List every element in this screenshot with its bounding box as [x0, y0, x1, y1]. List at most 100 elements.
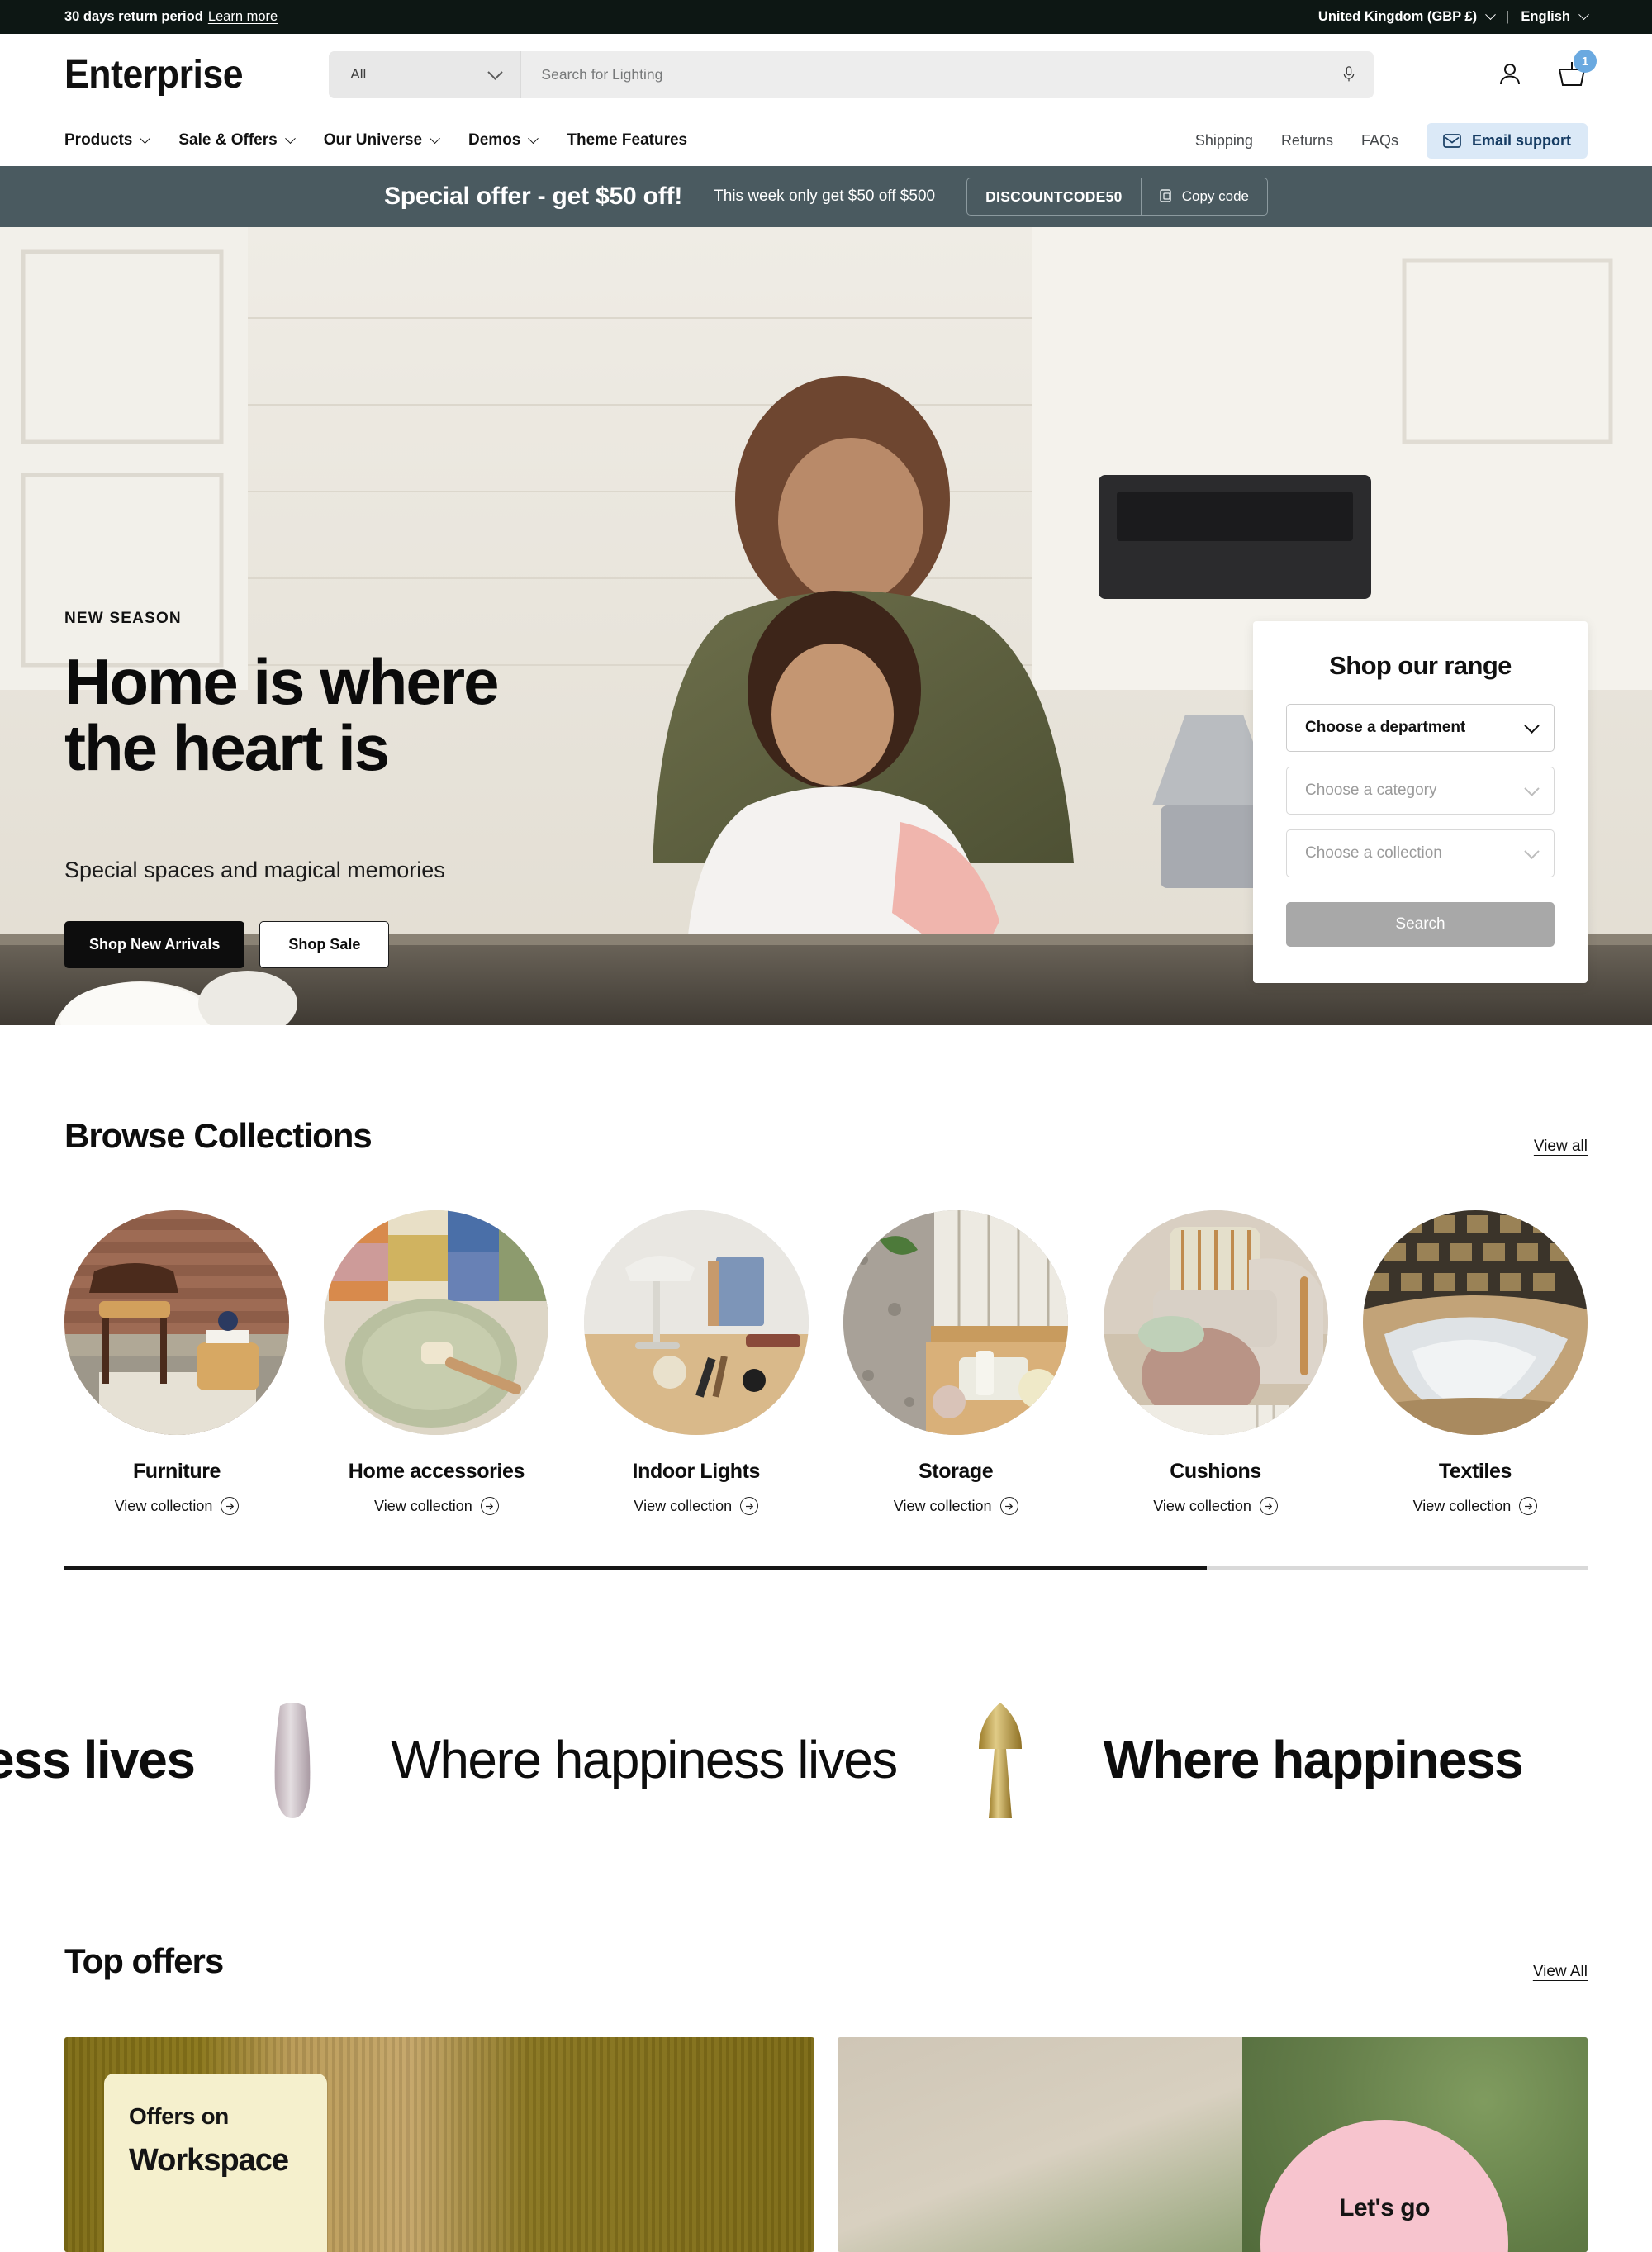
collection-select[interactable]: Choose a collection	[1286, 829, 1555, 877]
microphone-icon	[1344, 66, 1355, 82]
promo-banner: Special offer - get $50 off! This week o…	[0, 166, 1652, 227]
collection-image	[843, 1210, 1069, 1435]
arrow-right-icon	[999, 1497, 1018, 1515]
collection-name: Storage	[919, 1460, 994, 1483]
search-input[interactable]	[541, 65, 1323, 83]
search-bar: All	[329, 50, 1374, 98]
collection-link-label: View collection	[893, 1497, 992, 1514]
account-button[interactable]	[1495, 59, 1525, 89]
nav-link-shipping[interactable]: Shipping	[1195, 132, 1253, 150]
learn-more-link[interactable]: Learn more	[208, 9, 278, 25]
collection-view-link[interactable]: View collection	[584, 1497, 809, 1515]
primary-nav: Products Sale & Offers Our Universe Demo…	[64, 131, 687, 150]
shop-range-title: Shop our range	[1329, 651, 1512, 680]
language-selector[interactable]: English	[1521, 9, 1589, 25]
copy-code-button[interactable]: Copy code	[1140, 178, 1267, 215]
top-offers-section: Top offers View All Offers on Workspace …	[0, 1941, 1652, 2252]
textiles-photo	[1362, 1210, 1588, 1435]
hero-eyebrow: NEW SEASON	[64, 610, 182, 627]
collection-name: Home accessories	[348, 1460, 525, 1483]
collection-image	[324, 1210, 549, 1435]
nav-item-demos[interactable]: Demos	[468, 131, 539, 150]
homepage: 30 days return period Learn more United …	[0, 0, 1652, 2252]
nav-link-faqs[interactable]: FAQs	[1361, 132, 1398, 150]
language-label: English	[1521, 9, 1570, 24]
collections-title: Browse Collections	[64, 1116, 373, 1155]
secondary-nav: Shipping Returns FAQs Email support	[1195, 122, 1588, 159]
email-support-button[interactable]: Email support	[1426, 122, 1588, 159]
offer-card-workspace[interactable]: Offers on Workspace	[64, 2037, 814, 2252]
marquee-fragment: ess lives	[0, 1730, 196, 1789]
nav-label: Sale & Offers	[178, 131, 278, 149]
collection-view-link[interactable]: View collection	[1104, 1497, 1328, 1515]
return-policy-notice: 30 days return period Learn more	[64, 9, 278, 25]
arrow-right-icon	[1519, 1497, 1538, 1515]
lamp-image	[978, 1703, 1022, 1818]
collection-card-textiles[interactable]: Textiles View collection	[1362, 1210, 1588, 1515]
cart-count-badge: 1	[1574, 50, 1597, 73]
collections-scrollbar[interactable]	[64, 1566, 1588, 1570]
collection-card-indoor-lights[interactable]: Indoor Lights View collection	[583, 1210, 809, 1515]
collection-view-link[interactable]: View collection	[64, 1497, 289, 1515]
home-accessories-photo	[324, 1210, 549, 1435]
marquee-phrase-light: Where happiness lives	[391, 1730, 898, 1789]
collection-link-label: View collection	[1412, 1497, 1512, 1514]
offer-card-outdoor[interactable]: Let's go	[838, 2037, 1588, 2252]
collection-name: Cushions	[1170, 1460, 1261, 1483]
nav-label: Theme Features	[567, 131, 688, 149]
cart-button[interactable]: 1	[1556, 50, 1597, 89]
site-header: Enterprise All Search for Lighting 1 Pro…	[0, 34, 1652, 166]
hero-heading-line-2: the heart is	[64, 711, 390, 785]
category-select-value: Choose a category	[1305, 782, 1437, 799]
arrow-right-icon	[480, 1497, 499, 1515]
envelope-icon	[1443, 133, 1461, 148]
collection-image	[583, 1210, 809, 1435]
collection-card-furniture[interactable]: Furniture View collection	[64, 1210, 289, 1515]
department-select[interactable]: Choose a department	[1286, 704, 1555, 752]
nav-item-theme-features[interactable]: Theme Features	[567, 131, 687, 150]
collection-card-storage[interactable]: Storage View collection	[843, 1210, 1069, 1515]
nav-item-sale-offers[interactable]: Sale & Offers	[178, 131, 296, 150]
nav-item-products[interactable]: Products	[64, 131, 151, 150]
offer-cta-bubble[interactable]: Let's go	[1260, 2120, 1508, 2252]
collections-view-all-link[interactable]: View all	[1534, 1138, 1588, 1156]
chevron-down-icon	[1524, 780, 1540, 796]
nav-link-returns[interactable]: Returns	[1281, 132, 1333, 150]
collections-scrollbar-thumb[interactable]	[64, 1566, 1207, 1570]
collections-list: Furniture View collection Home accessori…	[64, 1210, 1588, 1515]
promo-title: Special offer - get $50 off!	[384, 183, 683, 210]
chevron-down-icon	[528, 132, 539, 144]
chevron-down-icon	[1578, 9, 1589, 21]
collection-view-link[interactable]: View collection	[843, 1497, 1068, 1515]
country-selector[interactable]: United Kingdom (GBP £)	[1318, 9, 1496, 25]
offers-grid: Offers on Workspace Let's go	[64, 2037, 1588, 2252]
header-main-row: Enterprise All Search for Lighting 1	[64, 34, 1597, 115]
collection-view-link[interactable]: View collection	[324, 1497, 548, 1515]
chevron-down-icon	[140, 132, 151, 144]
collection-card-cushions[interactable]: Cushions View collection	[1103, 1210, 1328, 1515]
return-policy-text: 30 days return period	[64, 9, 203, 24]
voice-search-button[interactable]	[1342, 51, 1374, 98]
copy-code-label: Copy code	[1181, 188, 1249, 204]
range-search-button[interactable]: Search	[1286, 902, 1555, 947]
site-logo[interactable]: Enterprise	[64, 52, 244, 97]
chevron-down-icon	[430, 132, 440, 144]
utility-bar: 30 days return period Learn more United …	[0, 0, 1652, 34]
arrow-right-icon	[740, 1497, 759, 1515]
shop-new-arrivals-button[interactable]: Shop New Arrivals	[64, 921, 245, 968]
collection-card-home-accessories[interactable]: Home accessories View collection	[324, 1210, 549, 1515]
offers-view-all-link[interactable]: View All	[1533, 1963, 1588, 1981]
shop-sale-button[interactable]: Shop Sale	[259, 921, 390, 968]
collection-select-value: Choose a collection	[1305, 844, 1442, 862]
collection-name: Furniture	[132, 1460, 221, 1483]
nav-item-our-universe[interactable]: Our Universe	[324, 131, 440, 150]
search-department-select[interactable]: All	[329, 50, 522, 98]
category-select[interactable]: Choose a category	[1286, 767, 1555, 815]
collection-name: Textiles	[1438, 1460, 1512, 1483]
main-navigation: Products Sale & Offers Our Universe Demo…	[64, 115, 1588, 166]
header-actions: 1	[1462, 50, 1597, 89]
chevron-down-icon	[1485, 9, 1496, 21]
collection-view-link[interactable]: View collection	[1363, 1497, 1588, 1515]
chevron-down-icon	[1524, 843, 1540, 859]
nav-label: Products	[64, 131, 133, 149]
